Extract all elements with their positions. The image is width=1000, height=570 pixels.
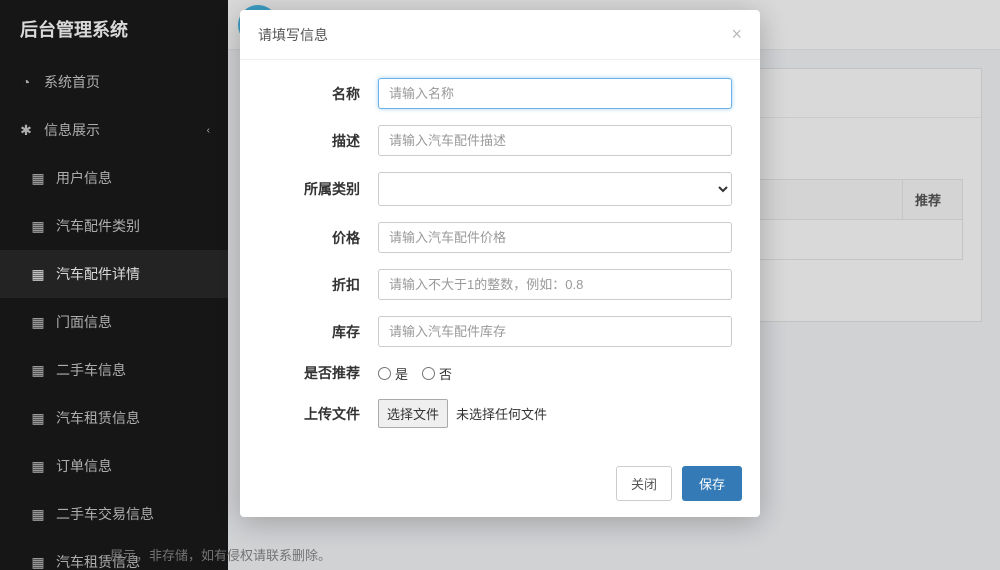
label-name: 名称 xyxy=(268,84,378,104)
modal: 请填写信息 × 名称 描述 所属类别 价格 折扣 xyxy=(240,10,760,517)
row-category: 所属类别 xyxy=(268,172,732,206)
file-none-text: 未选择任何文件 xyxy=(456,404,547,423)
label-price: 价格 xyxy=(268,228,378,248)
label-stock: 库存 xyxy=(268,322,378,342)
modal-title: 请填写信息 xyxy=(258,25,328,45)
modal-body: 名称 描述 所属类别 价格 折扣 库存 xyxy=(240,60,760,454)
label-discount: 折扣 xyxy=(268,275,378,295)
row-price: 价格 xyxy=(268,222,732,253)
label-recommend: 是否推荐 xyxy=(268,363,378,383)
close-icon[interactable]: × xyxy=(731,24,742,45)
label-desc: 描述 xyxy=(268,131,378,151)
radio-yes-input[interactable] xyxy=(378,367,391,380)
radio-yes[interactable]: 是 xyxy=(378,364,408,383)
row-desc: 描述 xyxy=(268,125,732,156)
input-discount[interactable] xyxy=(378,269,732,300)
select-category[interactable] xyxy=(378,172,732,206)
row-stock: 库存 xyxy=(268,316,732,347)
radio-no-input[interactable] xyxy=(422,367,435,380)
input-desc[interactable] xyxy=(378,125,732,156)
file-choose-button[interactable]: 选择文件 xyxy=(378,399,448,428)
modal-header: 请填写信息 × xyxy=(240,10,760,60)
row-upload: 上传文件 选择文件 未选择任何文件 xyxy=(268,399,732,428)
row-recommend: 是否推荐 是 否 xyxy=(268,363,732,383)
input-price[interactable] xyxy=(378,222,732,253)
modal-footer: 关闭 保存 xyxy=(240,454,760,517)
row-name: 名称 xyxy=(268,78,732,109)
save-button[interactable]: 保存 xyxy=(682,466,742,501)
input-stock[interactable] xyxy=(378,316,732,347)
close-button[interactable]: 关闭 xyxy=(616,466,672,501)
row-discount: 折扣 xyxy=(268,269,732,300)
input-name[interactable] xyxy=(378,78,732,109)
radio-group-recommend: 是 否 xyxy=(378,364,732,383)
label-upload: 上传文件 xyxy=(268,404,378,424)
file-input-row: 选择文件 未选择任何文件 xyxy=(378,399,732,428)
label-category: 所属类别 xyxy=(268,179,378,199)
radio-no[interactable]: 否 xyxy=(422,364,452,383)
